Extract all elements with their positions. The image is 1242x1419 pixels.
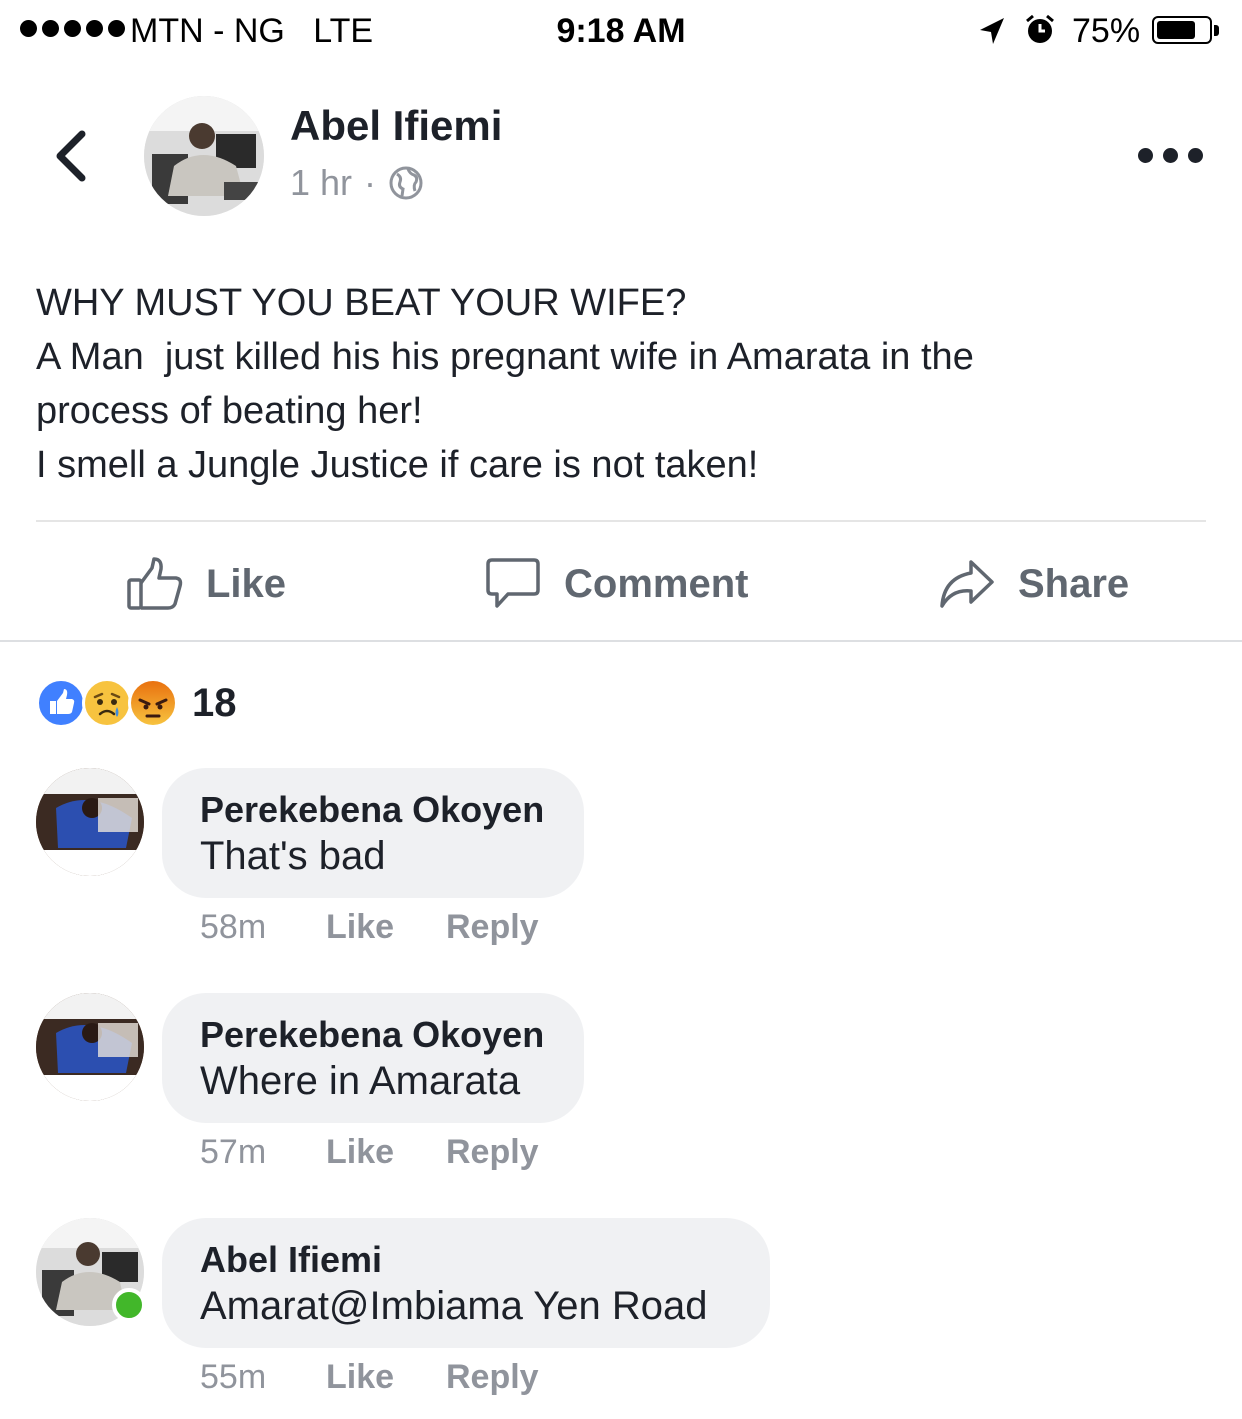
commenter-avatar[interactable] (36, 768, 144, 876)
comment-text: Where in Amarata (200, 1059, 521, 1103)
back-chevron-icon[interactable] (52, 128, 92, 184)
comment-author[interactable]: Abel Ifiemi (200, 1238, 732, 1282)
post-body: WHY MUST YOU BEAT YOUR WIFE? A Man just … (36, 276, 1206, 492)
comment-bubble[interactable]: Abel Ifiemi Amarat@Imbiama Yen Road (162, 1218, 770, 1348)
post-line: WHY MUST YOU BEAT YOUR WIFE? (36, 282, 687, 324)
post-meta: 1 hr · (290, 162, 424, 204)
like-button-label: Like (206, 561, 287, 606)
comment-time: 58m (200, 908, 267, 946)
comment-time: 57m (200, 1133, 267, 1171)
meta-separator: · (364, 162, 377, 203)
comment-button[interactable]: Comment (484, 552, 748, 616)
like-reaction-icon (36, 678, 86, 728)
comment-button-label: Comment (564, 561, 749, 606)
comment-bubble[interactable]: Perekebena Okoyen That's bad (162, 768, 584, 898)
post-author-name[interactable]: Abel Ifiemi (290, 102, 502, 150)
section-divider (0, 640, 1242, 642)
sad-reaction-icon (82, 678, 132, 728)
post-line: A Man just killed his his pregnant wife … (36, 336, 974, 378)
battery-icon (1152, 16, 1212, 44)
post-divider (36, 520, 1206, 522)
comment-bubble-icon (486, 558, 540, 608)
share-button[interactable]: Share (938, 552, 1129, 616)
location-arrow-icon (980, 18, 1004, 44)
comment-meta: 55m Like Reply (200, 1358, 539, 1397)
comment-meta: 58m Like Reply (200, 908, 539, 947)
reactions-summary[interactable]: 18 (36, 678, 237, 728)
reaction-count: 18 (192, 680, 237, 725)
comment-like-button[interactable]: Like (326, 908, 446, 947)
avatar-photo (144, 96, 264, 216)
like-button[interactable]: Like (126, 552, 286, 616)
status-bar: MTN - NG LTE 9:18 AM 75% (0, 0, 1242, 64)
comment-author[interactable]: Perekebena Okoyen (200, 1013, 546, 1057)
battery-percent: 75% (1072, 12, 1141, 50)
author-avatar[interactable] (144, 96, 264, 216)
comment-author[interactable]: Perekebena Okoyen (200, 788, 546, 832)
comment-reply-button[interactable]: Reply (446, 908, 539, 947)
commenter-avatar[interactable] (36, 993, 144, 1101)
comment-like-button[interactable]: Like (326, 1133, 446, 1172)
alarm-clock-icon (1026, 14, 1054, 43)
more-options-icon[interactable] (1138, 148, 1203, 163)
online-status-indicator (112, 1288, 146, 1322)
comment-bubble[interactable]: Perekebena Okoyen Where in Amarata (162, 993, 584, 1123)
comment-reply-button[interactable]: Reply (446, 1133, 539, 1172)
share-arrow-icon (940, 560, 994, 608)
globe-icon (389, 166, 423, 200)
comment-meta: 57m Like Reply (200, 1133, 539, 1172)
share-button-label: Share (1018, 561, 1130, 606)
comment-reply-button[interactable]: Reply (446, 1358, 539, 1397)
comment-time: 55m (200, 1358, 267, 1396)
comment-text: That's bad (200, 834, 386, 878)
post-line: I smell a Jungle Justice if care is not … (36, 444, 759, 486)
post-line: process of beating her! (36, 390, 423, 432)
thumbs-up-icon (127, 557, 183, 610)
comment-text: Amarat@Imbiama Yen Road (200, 1284, 708, 1328)
comment-like-button[interactable]: Like (326, 1358, 446, 1397)
angry-reaction-icon (128, 678, 178, 728)
post-time[interactable]: 1 hr (290, 162, 352, 204)
battery-nub (1214, 25, 1219, 36)
